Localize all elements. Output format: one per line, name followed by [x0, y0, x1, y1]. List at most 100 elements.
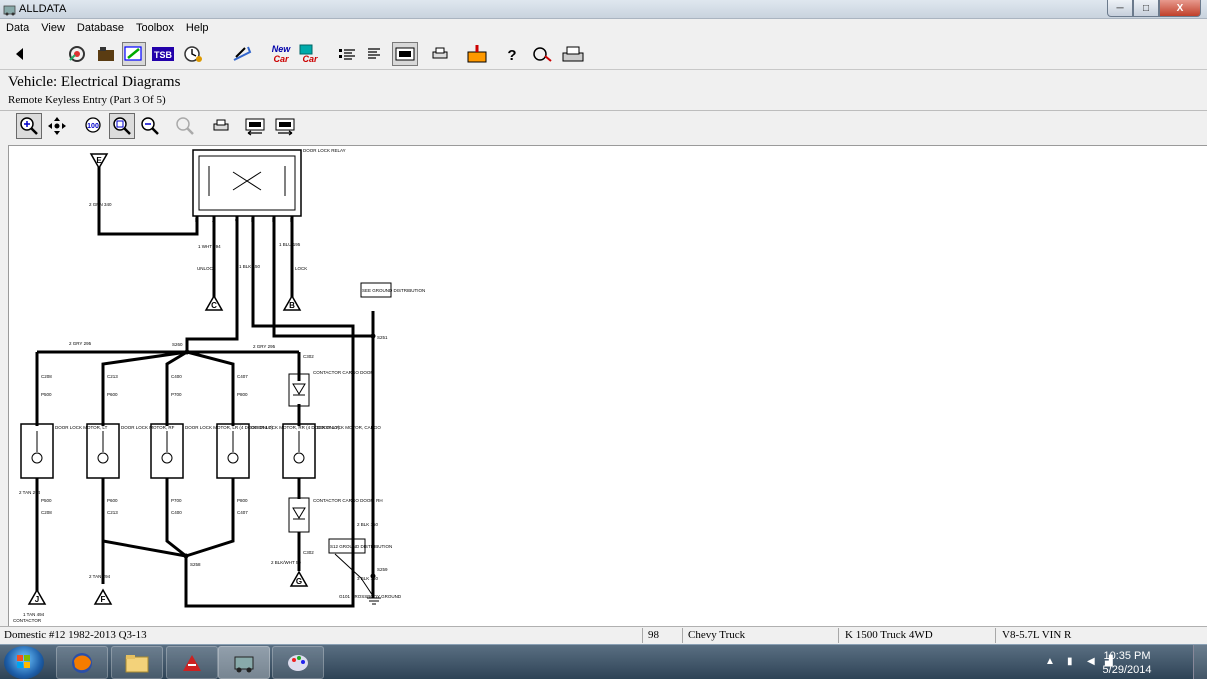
conn-rr-mid: P800 — [237, 392, 248, 397]
help-button[interactable]: ? — [500, 42, 524, 66]
pan-button[interactable] — [44, 113, 70, 139]
menu-data[interactable]: Data — [0, 19, 35, 38]
print-button[interactable] — [428, 42, 452, 66]
minimize-button[interactable]: ─ — [1107, 0, 1133, 17]
show-hidden-icons[interactable]: ▲ — [1045, 656, 1057, 668]
printer-icon — [213, 119, 229, 131]
taskbar-clock[interactable]: 10:35 PM 5/29/2014 — [1097, 649, 1157, 677]
taskbar-firefox[interactable] — [56, 646, 108, 679]
note-button[interactable] — [464, 42, 490, 66]
prev-page-icon — [245, 118, 265, 136]
gry-wire-label: 2 GRY 295 — [69, 341, 92, 346]
relay-pin-c: C — [235, 218, 239, 224]
component-button[interactable] — [94, 42, 118, 66]
conn-lt-bot: P500 — [41, 498, 52, 503]
zoom-out-icon — [141, 117, 159, 135]
menu-view[interactable]: View — [35, 19, 71, 38]
ground-label: G101 CROSSBODY GROUND — [339, 594, 402, 599]
menu-database[interactable]: Database — [71, 19, 130, 38]
conn-cargo-top: C302 — [303, 354, 314, 359]
select-car-label: Car — [302, 54, 318, 64]
taskbar-paint[interactable] — [272, 646, 324, 679]
new-car-button[interactable]: New Car — [268, 42, 294, 66]
zoom-fit-button[interactable] — [109, 113, 135, 139]
zoom-in-button[interactable] — [16, 113, 42, 139]
terminal-j: J — [35, 595, 39, 604]
status-bar: Domestic #12 1982-2013 Q3-13 98 Chevy Tr… — [0, 626, 1207, 644]
maximize-button[interactable]: □ — [1133, 0, 1159, 17]
conn-lr-low: C400 — [171, 510, 182, 515]
zoom-disabled-button[interactable] — [172, 113, 198, 139]
ground-dist-label: SEE GROUND DISTRIBUTION — [362, 288, 425, 293]
text-lines-icon — [368, 48, 380, 59]
conn-lt-top: C208 — [41, 374, 52, 379]
page-title: Vehicle: Electrical Diagrams — [8, 74, 181, 90]
conn-lt-mid: P500 — [41, 392, 52, 397]
estimate-button[interactable] — [230, 42, 254, 66]
zoom-fit-icon — [113, 117, 131, 135]
taskbar-explorer[interactable] — [111, 646, 163, 679]
printer-icon — [432, 47, 448, 59]
window-controls: ─ □ X — [1107, 0, 1201, 18]
next-page-button[interactable] — [272, 113, 298, 139]
graphic-view-button[interactable] — [392, 42, 418, 66]
tsb-button[interactable]: TSB — [151, 42, 175, 66]
conn-cargo-low: C302 — [303, 550, 314, 555]
fax-button[interactable] — [560, 42, 586, 66]
motor-cargo-label: DOOR LOCK MOTOR, CARGO — [317, 425, 381, 430]
relay-pin-b: B — [272, 218, 276, 224]
diagrams-button[interactable] — [122, 42, 146, 66]
text-view-button[interactable] — [362, 42, 386, 66]
conn-rr-top: C407 — [237, 374, 248, 379]
motor-rf-label: DOOR LOCK MOTOR, RF — [121, 425, 175, 430]
back-arrow-icon — [16, 48, 23, 60]
new-car-icon: NewCar — [272, 44, 292, 64]
contactor-top-label: CONTACTOR CARGO DOOR — [313, 370, 374, 375]
page-header: Vehicle: Electrical Diagrams Remote Keyl… — [0, 71, 1207, 111]
relay-pin-d: D — [251, 218, 255, 224]
taskbar-app-red[interactable] — [166, 646, 218, 679]
wire-e-label: 2 GRN 340 — [89, 202, 112, 207]
status-make: Chevy Truck — [688, 629, 746, 641]
zoom-100-icon: 100 — [85, 117, 101, 133]
previous-page-button[interactable] — [242, 113, 268, 139]
terminal-f: F — [101, 595, 106, 604]
vehicle-tools-button[interactable] — [65, 42, 89, 66]
window-title: ALLDATA — [19, 3, 67, 15]
context-help-button[interactable] — [530, 42, 556, 66]
zoom-100-button[interactable]: 100 — [81, 113, 107, 139]
terminal-e: E — [96, 156, 102, 165]
conn-rf-mid: P600 — [107, 392, 118, 397]
labor-button[interactable] — [181, 42, 205, 66]
list-view-button[interactable] — [335, 42, 359, 66]
select-car-button[interactable]: Car — [297, 42, 323, 66]
diagram-print-button[interactable] — [208, 113, 234, 139]
gear-car-icon — [69, 46, 85, 62]
zoom-out-button[interactable] — [137, 113, 163, 139]
show-desktop-button[interactable] — [1193, 645, 1207, 679]
splice-s258: S258 — [190, 562, 201, 567]
gry-wire-label-2: 2 GRY 295 — [253, 344, 276, 349]
back-button[interactable] — [8, 42, 32, 66]
terminal-c: C — [211, 301, 217, 310]
tsb-icon: TSB — [152, 47, 174, 61]
menu-toolbox[interactable]: Toolbox — [130, 19, 180, 38]
conn-lr-top: C400 — [171, 374, 182, 379]
car-select-icon: Car — [299, 44, 318, 64]
taskbar-alldata[interactable] — [218, 646, 270, 679]
relay-label: DOOR LOCK RELAY — [303, 148, 346, 153]
network-icon[interactable]: ▮ — [1067, 656, 1079, 668]
menu-help[interactable]: Help — [180, 19, 215, 38]
close-button[interactable]: X — [1159, 0, 1201, 17]
diagram-canvas[interactable]: E C B J F G DOOR LOCK RELAY 2 GRN 340 1 … — [8, 145, 1207, 626]
relay-pin-a: A — [212, 218, 216, 224]
tan-wire-label-2: 2 TAN 294 — [89, 574, 111, 579]
folder-icon — [125, 654, 149, 672]
firefox-icon — [72, 652, 92, 673]
start-button[interactable] — [4, 646, 44, 679]
question-mark-icon: ? — [507, 47, 516, 63]
unlock-label: UNLOCK — [197, 266, 216, 271]
paint-palette-icon — [288, 654, 308, 671]
menu-bar: Data View Database Toolbox Help — [0, 19, 1207, 38]
terminal-g: G — [296, 577, 302, 586]
